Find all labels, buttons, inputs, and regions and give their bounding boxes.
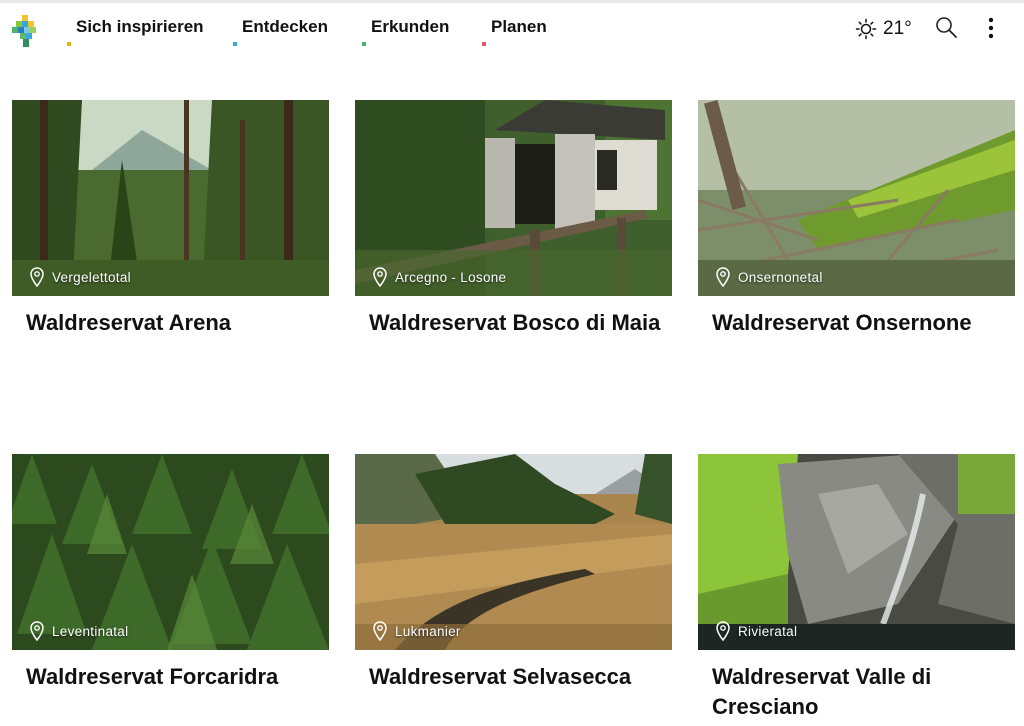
location-label: Vergelettotal: [52, 269, 131, 285]
card-title[interactable]: Waldreservat Valle di Cresciano: [698, 662, 1015, 722]
card-title[interactable]: Waldreservat Onsernone: [698, 308, 1015, 338]
card-title[interactable]: Waldreservat Arena: [12, 308, 329, 338]
map-pin-icon: [373, 621, 387, 641]
map-pin-icon: [716, 621, 730, 641]
card-title[interactable]: Waldreservat Forcaridra: [12, 662, 329, 692]
reserve-card[interactable]: Arcegno - Losone Waldreservat Bosco di M…: [355, 100, 672, 338]
reserve-card[interactable]: Onsernonetal Waldreservat Onsernone: [698, 100, 1015, 338]
card-title[interactable]: Waldreservat Bosco di Maia: [355, 308, 672, 338]
nav-label: Entdecken: [242, 17, 328, 36]
site-logo[interactable]: [12, 15, 40, 47]
nav-label: Planen: [491, 17, 547, 36]
card-photo[interactable]: Vergelettotal: [12, 100, 329, 296]
nav-accent-dot: [233, 42, 237, 46]
reserve-card[interactable]: Lukmanier Waldreservat Selvasecca: [355, 454, 672, 692]
map-pin-icon: [716, 267, 730, 287]
nav-planen[interactable]: Planen: [482, 17, 547, 46]
location-label: Arcegno - Losone: [395, 269, 507, 285]
nav-sich-inspirieren[interactable]: Sich inspirieren: [67, 17, 204, 46]
reserve-card[interactable]: Vergelettotal Waldreservat Arena: [12, 100, 329, 338]
site-header: Sich inspirieren Entdecken Erkunden Plan…: [0, 3, 1024, 53]
card-title[interactable]: Waldreservat Selvasecca: [355, 662, 672, 692]
nav-entdecken[interactable]: Entdecken: [233, 17, 328, 46]
nav-label: Erkunden: [371, 17, 450, 36]
map-pin-icon: [373, 267, 387, 287]
card-photo[interactable]: Onsernonetal: [698, 100, 1015, 296]
card-location: Rivieratal: [716, 621, 797, 641]
nav-accent-dot: [362, 42, 366, 46]
reserve-card[interactable]: Rivieratal Waldreservat Valle di Crescia…: [698, 454, 1015, 722]
map-pin-icon: [30, 267, 44, 287]
card-photo[interactable]: Lukmanier: [355, 454, 672, 650]
nav-erkunden[interactable]: Erkunden: [362, 17, 450, 46]
location-label: Lukmanier: [395, 623, 461, 639]
temperature: 21°: [883, 18, 912, 39]
nav-label: Sich inspirieren: [76, 17, 204, 36]
card-location: Arcegno - Losone: [373, 267, 506, 287]
map-pin-icon: [30, 621, 44, 641]
sun-icon: [855, 18, 877, 40]
card-location: Onsernonetal: [716, 267, 823, 287]
location-label: Onsernonetal: [738, 269, 823, 285]
card-photo[interactable]: Rivieratal: [698, 454, 1015, 650]
nav-accent-dot: [482, 42, 486, 46]
card-photo[interactable]: Arcegno - Losone: [355, 100, 672, 296]
reserve-card[interactable]: Leventinatal Waldreservat Forcaridra: [12, 454, 329, 692]
card-location: Lukmanier: [373, 621, 461, 641]
location-label: Leventinatal: [52, 623, 129, 639]
card-photo[interactable]: Leventinatal: [12, 454, 329, 650]
more-vertical-icon[interactable]: [980, 15, 1002, 43]
location-label: Rivieratal: [738, 623, 798, 639]
search-icon[interactable]: [934, 15, 960, 41]
card-location: Leventinatal: [30, 621, 128, 641]
weather-widget[interactable]: 21°: [855, 17, 912, 41]
card-location: Vergelettotal: [30, 267, 131, 287]
nav-accent-dot: [67, 42, 71, 46]
